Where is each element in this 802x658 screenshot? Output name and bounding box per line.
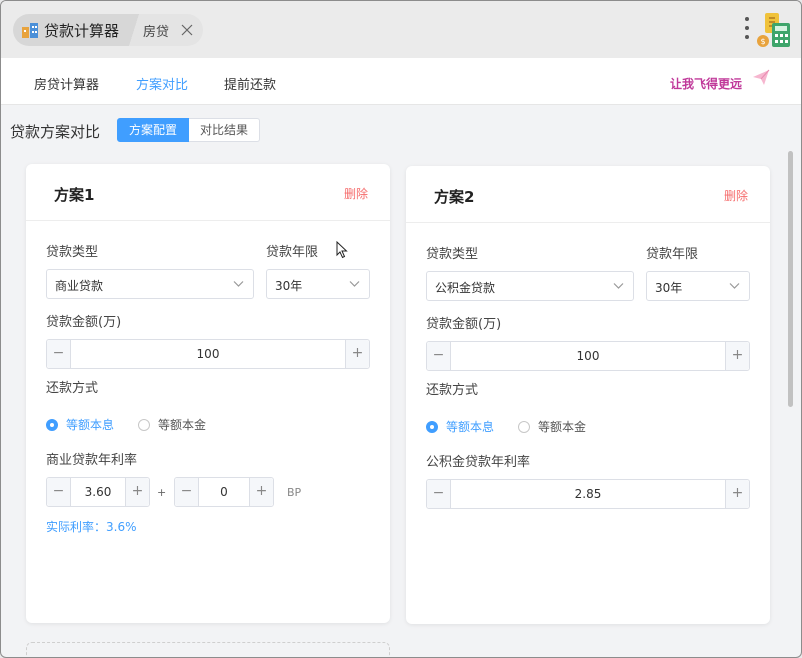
delete-plan-button[interactable]: 删除 — [344, 185, 368, 202]
increase-button[interactable]: + — [125, 478, 149, 506]
decrease-button[interactable]: − — [175, 478, 199, 506]
repay-method-label: 还款方式 — [46, 381, 99, 396]
mouse-cursor-icon — [336, 241, 348, 259]
increase-button[interactable]: + — [725, 342, 749, 370]
loan-amount-label: 贷款金额(万) — [46, 315, 122, 330]
bp-input[interactable]: 0 — [199, 485, 249, 499]
vertical-scrollbar[interactable] — [788, 151, 793, 407]
svg-text:$: $ — [760, 37, 765, 46]
loan-term-value: 30年 — [655, 281, 683, 295]
tab-mortgage-label: 房贷 — [143, 24, 170, 40]
section-header: 贷款方案对比 方案配置 对比结果 — [1, 106, 801, 150]
radio-unchecked-icon — [138, 418, 150, 431]
radio-checked-icon — [426, 420, 438, 433]
plan-card-1: 方案1 删除 贷款类型 贷款年限 商业贷款 30年 贷款金额(万) − 100 … — [26, 164, 390, 623]
nav-item-prepayment[interactable]: 提前还款 — [224, 74, 276, 93]
loan-type-select[interactable]: 公积金贷款 — [426, 271, 634, 301]
decrease-button[interactable]: − — [427, 342, 451, 370]
title-bar: 贷款计算器 房贷 $ — [1, 1, 801, 58]
section-title: 贷款方案对比 — [10, 123, 101, 141]
loan-type-value: 商业贷款 — [55, 279, 104, 293]
loan-term-label: 贷款年限 — [266, 245, 319, 260]
chevron-down-icon — [613, 283, 624, 289]
loan-term-value: 30年 — [275, 279, 303, 293]
loan-type-label: 贷款类型 — [426, 247, 479, 262]
close-icon[interactable] — [181, 24, 193, 36]
tab-separator — [129, 14, 140, 46]
loan-type-select[interactable]: 商业贷款 — [46, 269, 254, 299]
decrease-button[interactable]: − — [47, 478, 71, 506]
plan-title: 方案2 — [434, 188, 475, 206]
calculator-icon: $ — [757, 13, 790, 47]
plan-card-2: 方案2 删除 贷款类型 贷款年限 公积金贷款 30年 贷款金额(万) − 100… — [406, 166, 770, 624]
loan-amount-input[interactable]: 100 — [71, 347, 345, 361]
rate-stepper: − 3.60 + — [46, 477, 150, 507]
radio-unchecked-icon — [518, 420, 530, 433]
add-plan-placeholder[interactable] — [26, 642, 390, 657]
tab-loan-calculator-label: 贷款计算器 — [44, 21, 120, 40]
tab-loan-calculator[interactable]: 贷款计算器 — [13, 14, 130, 46]
plus-sign: + — [157, 486, 167, 499]
chevron-down-icon — [233, 281, 244, 287]
rate-label: 公积金贷款年利率 — [426, 455, 531, 470]
increase-button[interactable]: + — [725, 480, 749, 508]
loan-term-select[interactable]: 30年 — [646, 271, 750, 301]
plan-title: 方案1 — [54, 186, 95, 204]
tab-plan-config[interactable]: 方案配置 — [117, 118, 190, 142]
nav-item-plan-compare[interactable]: 方案对比 — [136, 74, 188, 93]
radio-label: 等额本息 — [66, 418, 115, 432]
radio-label: 等额本金 — [158, 418, 207, 432]
top-nav: 房贷计算器 方案对比 提前还款 让我飞得更远 — [1, 58, 801, 105]
tab-compare-result[interactable]: 对比结果 — [189, 118, 261, 142]
bp-unit: BP — [287, 486, 302, 499]
loan-type-label: 贷款类型 — [46, 245, 99, 260]
actual-rate-text: 实际利率：3.6% — [46, 520, 137, 534]
more-menu-icon[interactable] — [743, 17, 751, 43]
rate-label: 商业贷款年利率 — [46, 453, 138, 468]
rate-input[interactable]: 3.60 — [71, 485, 125, 499]
view-switch: 方案配置 对比结果 — [117, 118, 261, 142]
app-window: 贷款计算器 房贷 $ 房贷计算器 方案对比 提前还款 让我飞得更远 贷款方案对比… — [0, 0, 802, 658]
tab-group: 贷款计算器 房贷 — [13, 14, 204, 46]
radio-checked-icon — [46, 418, 58, 431]
delete-plan-button[interactable]: 删除 — [724, 187, 748, 204]
loan-amount-stepper: − 100 + — [426, 341, 750, 371]
repay-method-label: 还款方式 — [426, 383, 479, 398]
nav-item-mortgage-calculator[interactable]: 房贷计算器 — [34, 74, 99, 93]
radio-equal-installment[interactable]: 等额本息 — [426, 418, 494, 435]
increase-button[interactable]: + — [249, 478, 273, 506]
loan-amount-stepper: − 100 + — [46, 339, 370, 369]
tab-mortgage[interactable]: 房贷 — [139, 14, 204, 46]
radio-label: 等额本金 — [538, 420, 587, 434]
loan-amount-label: 贷款金额(万) — [426, 317, 502, 332]
paper-plane-icon[interactable] — [751, 68, 771, 88]
radio-equal-principal[interactable]: 等额本金 — [138, 416, 206, 433]
promo-link[interactable]: 让我飞得更远 — [670, 75, 742, 92]
loan-term-label: 贷款年限 — [646, 247, 699, 262]
chevron-down-icon — [349, 281, 360, 287]
increase-button[interactable]: + — [345, 340, 369, 368]
radio-label: 等额本息 — [446, 420, 495, 434]
rate-input[interactable]: 2.85 — [451, 487, 725, 501]
decrease-button[interactable]: − — [47, 340, 71, 368]
loan-type-value: 公积金贷款 — [435, 281, 496, 295]
decrease-button[interactable]: − — [427, 480, 451, 508]
chevron-down-icon — [729, 283, 740, 289]
plan-card-header: 方案1 删除 — [26, 164, 390, 221]
bp-stepper: − 0 + — [174, 477, 274, 507]
rate-stepper: − 2.85 + — [426, 479, 750, 509]
building-icon — [22, 23, 38, 38]
plan-card-header: 方案2 删除 — [406, 166, 770, 223]
radio-equal-principal[interactable]: 等额本金 — [518, 418, 586, 435]
radio-equal-installment[interactable]: 等额本息 — [46, 416, 114, 433]
loan-amount-input[interactable]: 100 — [451, 349, 725, 363]
loan-term-select[interactable]: 30年 — [266, 269, 370, 299]
